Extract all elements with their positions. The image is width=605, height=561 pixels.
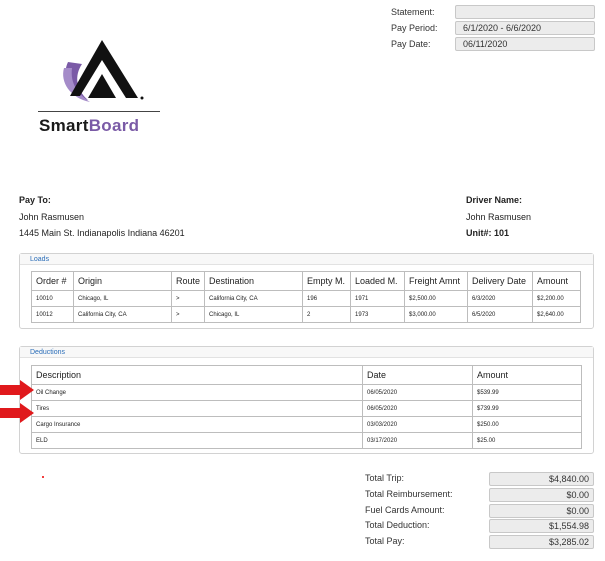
driver-name-label: Driver Name: (466, 195, 523, 205)
pay-to-label: Pay To: (19, 195, 51, 205)
deduction-amount: $539.99 (472, 384, 582, 401)
deduction-amount: $739.99 (472, 400, 582, 417)
fuel-cards-field: $0.00 (489, 504, 594, 518)
total-reimbursement-label: Total Reimbursement: (365, 489, 453, 499)
logo-text-smart: Smart (39, 116, 89, 135)
driver-name: John Rasmusen (466, 212, 532, 222)
load-freight-amount: $2,500.00 (404, 290, 469, 307)
load-destination: California City, CA (204, 290, 304, 307)
col-empty-miles: Empty M. (302, 271, 352, 291)
deduction-date: 06/05/2020 (362, 400, 473, 417)
col-destination: Destination (204, 271, 304, 291)
loads-table: Order # Origin Route Destination Empty M… (31, 271, 582, 323)
load-amount: $2,200.00 (532, 290, 582, 307)
pay-date-field: 06/11/2020 (455, 37, 595, 51)
deduction-date: 06/05/2020 (362, 384, 473, 401)
load-loaded-miles: 1971 (350, 290, 406, 307)
table-row: Tires 06/05/2020 $739.99 (31, 400, 582, 417)
load-order: 10012 (31, 306, 74, 323)
load-freight-amount: $3,000.00 (404, 306, 469, 323)
logo-wordmark: SmartBoard (39, 116, 139, 136)
pay-to-address: 1445 Main St. Indianapolis Indiana 46201 (19, 228, 185, 238)
col-order: Order # (31, 271, 74, 291)
col-date: Date (362, 365, 473, 385)
load-origin: Chicago, IL (73, 290, 172, 307)
col-route: Route (170, 271, 206, 291)
smartboard-logo-icon (63, 40, 144, 102)
col-freight-amount: Freight Amnt (404, 271, 469, 291)
logo-divider (38, 111, 160, 112)
pay-date-label: Pay Date: (391, 39, 431, 49)
load-delivery-date: 6/5/2020 (467, 306, 534, 323)
load-empty-miles: 2 (302, 306, 352, 323)
total-trip-field: $4,840.00 (489, 472, 594, 486)
deductions-section-title: Deductions (20, 347, 593, 358)
loads-section-title: Loads (20, 254, 593, 265)
deduction-description: Tires (31, 400, 363, 417)
pay-period-label: Pay Period: (391, 23, 438, 33)
table-row: 10012 California City, CA > Chicago, IL … (31, 306, 582, 323)
table-row: 10010 Chicago, IL > California City, CA … (31, 290, 582, 307)
load-origin: California City, CA (73, 306, 172, 323)
red-arrow-icon (0, 380, 34, 400)
load-empty-miles: 196 (302, 290, 352, 307)
loads-header-row: Order # Origin Route Destination Empty M… (31, 271, 582, 291)
red-arrow-icon (0, 403, 34, 423)
col-deduction-amount: Amount (472, 365, 582, 385)
load-order: 10010 (31, 290, 74, 307)
deduction-date: 03/03/2020 (362, 416, 473, 433)
red-dot-mark (42, 476, 44, 478)
load-amount: $2,640.00 (532, 306, 582, 323)
total-reimbursement-field: $0.00 (489, 488, 594, 502)
col-description: Description (31, 365, 363, 385)
total-pay-field: $3,285.02 (489, 535, 594, 549)
deduction-description: Oil Change (31, 384, 363, 401)
statement-field (455, 5, 595, 19)
table-row: Cargo Insurance 03/03/2020 $250.00 (31, 416, 582, 433)
total-deduction-field: $1,554.98 (489, 519, 594, 533)
load-delivery-date: 6/3/2020 (467, 290, 534, 307)
deduction-description: Cargo Insurance (31, 416, 363, 433)
deduction-amount: $25.00 (472, 432, 582, 449)
col-loaded-miles: Loaded M. (350, 271, 406, 291)
statement-label: Statement: (391, 7, 435, 17)
deduction-amount: $250.00 (472, 416, 582, 433)
col-delivery-date: Delivery Date (467, 271, 534, 291)
total-trip-label: Total Trip: (365, 473, 405, 483)
pay-to-name: John Rasmusen (19, 212, 85, 222)
table-row: Oil Change 06/05/2020 $539.99 (31, 384, 582, 401)
load-route: > (170, 290, 206, 307)
fuel-cards-label: Fuel Cards Amount: (365, 505, 445, 515)
col-amount: Amount (532, 271, 582, 291)
deduction-description: ELD (31, 432, 363, 449)
total-deduction-label: Total Deduction: (365, 520, 430, 530)
deductions-header-row: Description Date Amount (31, 365, 582, 385)
deductions-table: Description Date Amount Oil Change 06/05… (31, 365, 582, 449)
logo-text-board: Board (88, 116, 140, 135)
total-pay-label: Total Pay: (365, 536, 405, 546)
load-loaded-miles: 1973 (350, 306, 406, 323)
unit-number: Unit#: 101 (466, 228, 510, 238)
col-origin: Origin (73, 271, 172, 291)
pay-period-field: 6/1/2020 - 6/6/2020 (455, 21, 595, 35)
deduction-date: 03/17/2020 (362, 432, 473, 449)
load-route: > (170, 306, 206, 323)
load-destination: Chicago, IL (204, 306, 304, 323)
table-row: ELD 03/17/2020 $25.00 (31, 432, 582, 449)
